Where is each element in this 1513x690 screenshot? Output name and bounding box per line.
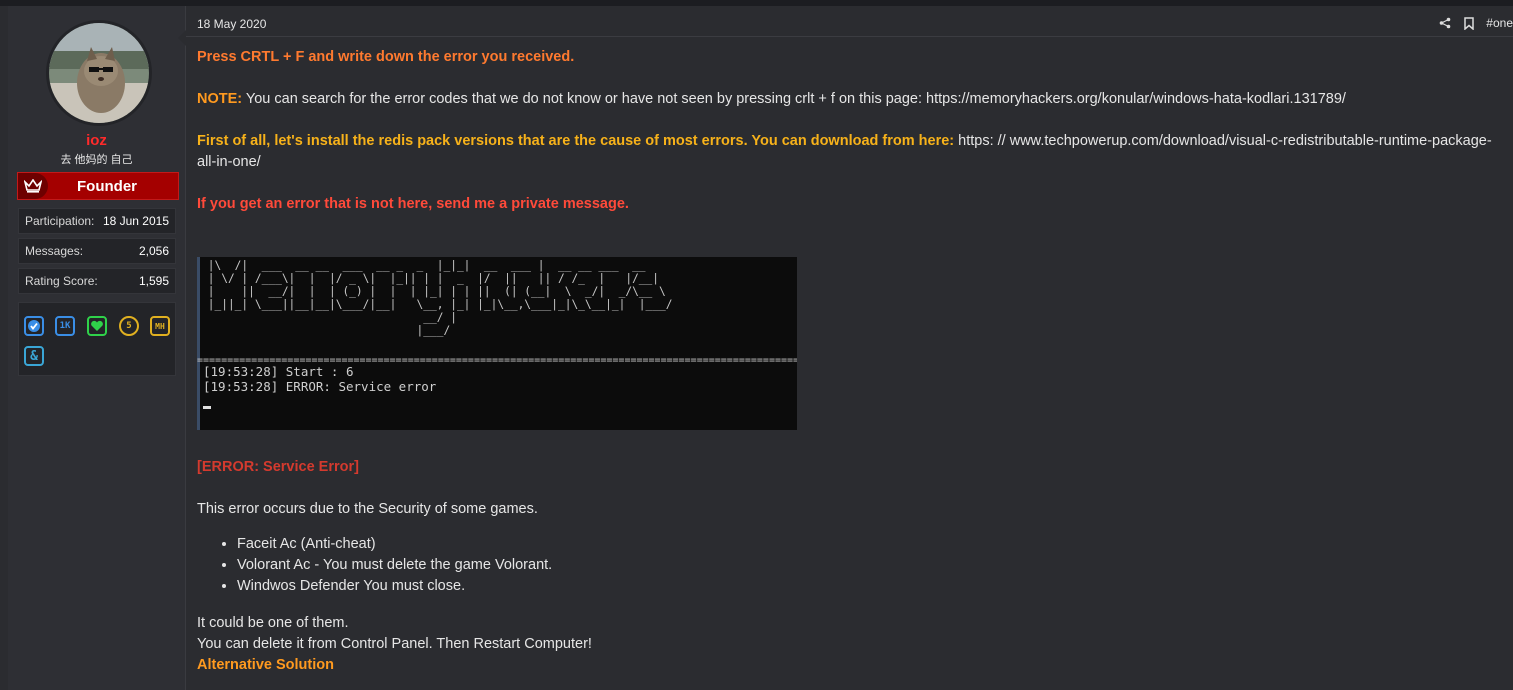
avatar[interactable] (46, 20, 152, 126)
console-cursor (203, 406, 211, 409)
console-line: [19:53:28] ERROR: Service error (203, 379, 437, 394)
stat-label: Messages: (25, 244, 84, 258)
post-content: 18 May 2020 #one Press CRTL + F and writ… (186, 6, 1513, 690)
stat-value: 18 Jun 2015 (102, 214, 169, 228)
outro-line: You can delete it from Control Panel. Th… (197, 636, 592, 652)
crown-icon (18, 173, 48, 199)
user-panel: ioz 去 他妈的 自己 Founder Participation: 18 J… (8, 6, 186, 690)
stat-messages[interactable]: Messages: 2,056 (18, 238, 176, 264)
ampersand-icon[interactable]: & (24, 346, 44, 366)
founder-banner: Founder (17, 172, 179, 200)
verified-check-icon[interactable] (24, 316, 44, 336)
redist-bold: First of all, let's install the redis pa… (197, 133, 955, 149)
username[interactable]: ioz (8, 132, 185, 149)
1k-badge-icon[interactable]: 1K (55, 316, 75, 336)
post-date[interactable]: 18 May 2020 (197, 17, 266, 31)
cause-list: Faceit Ac (Anti-cheat) Volorant Ac - You… (197, 534, 552, 597)
outro-line: It could be one of them. (197, 615, 349, 631)
five-years-icon[interactable]: 5 (119, 316, 139, 336)
share-icon[interactable] (1438, 16, 1452, 30)
error-description: This error occurs due to the Security of… (197, 501, 538, 517)
list-item: Faceit Ac (Anti-cheat) (237, 534, 552, 555)
list-item: Volorant Ac - You must delete the game V… (237, 555, 552, 576)
note-paragraph: NOTE: You can search for the error codes… (197, 89, 1497, 110)
console-border (197, 257, 200, 430)
mh-badge-icon[interactable]: MH (150, 316, 170, 336)
ascii-banner: |\ /| ___ __ __ ___ __ _ _ |_|_| __ ___ … (207, 259, 673, 337)
stat-label: Rating Score: (25, 274, 98, 288)
alternative-solution-heading: Alternative Solution (197, 657, 334, 673)
instruction-line: Press CRTL + F and write down the error … (197, 49, 575, 65)
stat-value[interactable]: 2,056 (139, 244, 169, 258)
list-item: Windwos Defender You must close. (237, 576, 552, 597)
bookmark-icon[interactable] (1462, 16, 1476, 30)
banner-label: Founder (77, 177, 137, 195)
trophy-panel: 1K 5 MH & (18, 302, 176, 376)
console-line: [19:53:28] Start : 6 (203, 364, 354, 379)
post-permalink[interactable]: #one (1486, 16, 1513, 30)
avatar-image (49, 23, 149, 123)
heart-icon[interactable] (87, 316, 107, 336)
stat-label: Participation: (25, 214, 95, 228)
error-heading: [ERROR: Service Error] (197, 459, 359, 475)
redist-paragraph: First of all, let's install the redis pa… (197, 131, 1497, 173)
stat-value[interactable]: 1,595 (139, 274, 169, 288)
note-text[interactable]: You can search for the error codes that … (242, 91, 1346, 107)
stat-participation: Participation: 18 Jun 2015 (18, 208, 176, 234)
post-actions: #one (1438, 16, 1513, 30)
user-title: 去 他妈的 自己 (60, 154, 133, 166)
console-screenshot[interactable]: |\ /| ___ __ __ ___ __ _ _ |_|_| __ ___ … (197, 257, 797, 430)
message-pointer (178, 30, 186, 46)
private-message-note: If you get an error that is not here, se… (197, 196, 629, 212)
post-header: 18 May 2020 #one (186, 6, 1513, 37)
note-label: NOTE: (197, 91, 243, 107)
stat-rating-score[interactable]: Rating Score: 1,595 (18, 268, 176, 294)
